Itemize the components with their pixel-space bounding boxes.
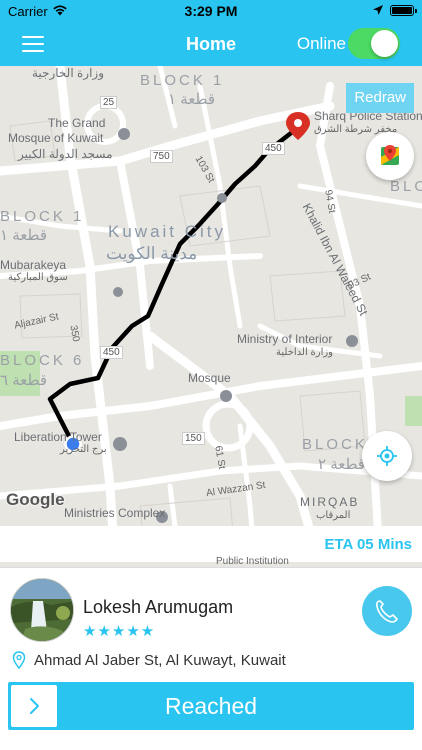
map-label: BLOCK 1 bbox=[0, 208, 85, 225]
map-label: مدينة الكويت bbox=[106, 244, 198, 263]
eta-label: ETA 05 Mins bbox=[324, 536, 412, 553]
map-label: قطعة ٢ bbox=[318, 456, 365, 473]
map-label: Mosque of Kuwait bbox=[8, 131, 104, 145]
map-label: وزارة الخارجية bbox=[32, 66, 104, 80]
eta-bar: ETA 05 Mins bbox=[0, 526, 422, 562]
driver-card: Lokesh Arumugam ★★★★★ Ahmad Al Jaber St,… bbox=[0, 567, 422, 750]
google-maps-icon bbox=[381, 145, 399, 165]
map-label: قطعة ٦ bbox=[0, 372, 47, 389]
map-label: قطعة ١ bbox=[0, 227, 47, 244]
reached-button[interactable]: Reached bbox=[8, 682, 414, 730]
redraw-button[interactable]: Redraw bbox=[346, 83, 414, 113]
map-label: Mosque bbox=[188, 371, 231, 385]
waterfall-photo bbox=[11, 579, 73, 641]
map-label: مسجد الدولة الكبير bbox=[18, 147, 113, 161]
reached-label: Reached bbox=[164, 693, 258, 719]
my-location-button[interactable] bbox=[362, 431, 412, 481]
map-label: Ministries Complex bbox=[64, 506, 166, 520]
map-label: The Grand bbox=[48, 116, 106, 130]
map-label: BLOCK 6 bbox=[0, 352, 85, 369]
map-pin-icon bbox=[12, 651, 26, 669]
map-label: Liberation Tower bbox=[14, 430, 102, 444]
map-label: Mubarakeya bbox=[0, 258, 67, 272]
map-label: 25 bbox=[100, 96, 118, 109]
location-arrow-icon bbox=[373, 5, 383, 15]
google-logo: Google bbox=[6, 490, 65, 509]
map-label: قطعة ١ bbox=[168, 91, 215, 108]
online-label: Online bbox=[296, 34, 346, 53]
clock: 3:29 PM bbox=[184, 3, 238, 19]
call-button[interactable] bbox=[362, 586, 412, 636]
map-label: BLOCK 1 bbox=[140, 72, 225, 89]
toggle-knob bbox=[371, 30, 398, 57]
google-maps-button[interactable] bbox=[366, 132, 414, 180]
map-label: MIRQAB bbox=[300, 495, 360, 509]
map-label: BLOCK 5 bbox=[390, 178, 422, 195]
avatar bbox=[10, 578, 74, 642]
rating-stars: ★★★★★ bbox=[83, 623, 156, 640]
battery-icon bbox=[390, 5, 417, 16]
crosshair-icon bbox=[377, 446, 397, 466]
online-toggle[interactable] bbox=[348, 28, 400, 59]
map-label: المرقاب bbox=[316, 510, 351, 521]
nav-bar: Home Online bbox=[0, 22, 422, 66]
phone-icon bbox=[376, 600, 398, 623]
status-bar: Carrier 3:29 PM bbox=[0, 0, 422, 22]
map-label: 750 bbox=[150, 150, 173, 163]
map-label: سوق المباركية bbox=[8, 272, 68, 283]
map-label: وزارة الداخلية bbox=[276, 347, 334, 358]
address-text: Ahmad Al Jaber St, Al Kuwayt, Kuwait bbox=[34, 652, 286, 669]
map-view[interactable]: وزارة الخارجية BLOCK 1 قطعة ١ The Grand … bbox=[0, 66, 422, 567]
map-label: 450 bbox=[100, 346, 123, 359]
map-label: 150 bbox=[182, 432, 205, 445]
map-label: Kuwait City bbox=[108, 222, 227, 241]
map-label: 450 bbox=[262, 142, 285, 155]
map-label: Public Institution bbox=[216, 556, 289, 567]
map-label: برج التحرير bbox=[60, 444, 107, 455]
map-label: Ministry of Interior bbox=[237, 332, 333, 346]
driver-name: Lokesh Arumugam bbox=[83, 597, 234, 617]
